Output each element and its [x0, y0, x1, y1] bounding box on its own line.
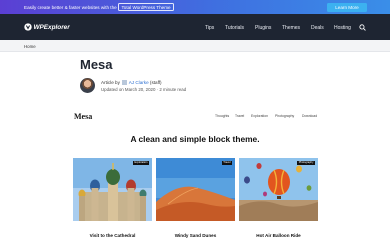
promo-bar: Easily create better & faster websites w…: [0, 0, 390, 14]
page-title: Mesa: [80, 57, 113, 72]
preview-nav-item: Exploration: [251, 114, 268, 118]
nav-themes[interactable]: Themes: [282, 25, 300, 31]
card-title: Visit to the Cathedral: [89, 233, 136, 238]
card-badge: Photography: [297, 160, 315, 166]
nav-hosting[interactable]: Hosting: [334, 25, 351, 31]
nav-tips[interactable]: Tips: [205, 25, 214, 31]
nav-plugins[interactable]: Plugins: [255, 25, 271, 31]
preview-nav-item: Travel: [235, 114, 245, 118]
site-header: WPExplorer Tips Tutorials Plugins Themes…: [0, 14, 390, 40]
breadcrumb-home[interactable]: Home: [24, 44, 36, 49]
nav-deals[interactable]: Deals: [311, 25, 324, 31]
dunes-photo: [156, 158, 235, 221]
balloons-photo: [239, 158, 318, 221]
search-icon[interactable]: [359, 24, 366, 31]
card-title: Windy Sand Dunes: [174, 233, 217, 238]
preview-site-title: Mesa: [74, 112, 93, 121]
card-title: Hot Air Balloon Ride: [256, 233, 301, 238]
preview-tagline: A clean and simple block theme.: [130, 134, 260, 144]
card-image-dunes: Travel: [156, 158, 235, 221]
breadcrumb: Home: [0, 40, 390, 52]
learn-more-button[interactable]: Learn More: [327, 2, 367, 12]
preview-nav-item: Thoughts: [215, 114, 230, 118]
byline: Article by AJ Clarke (staff): [101, 80, 162, 85]
nav-tutorials[interactable]: Tutorials: [225, 25, 244, 31]
updated-date: Updated on March 20, 2020 · 2 minute rea…: [101, 86, 187, 92]
cathedral-photo: [73, 158, 152, 221]
author-link[interactable]: AJ Clarke: [129, 80, 149, 85]
author-avatar-icon: [122, 80, 127, 85]
avatar: [80, 78, 95, 93]
logo-mark-icon: [24, 22, 32, 31]
card-image-balloons: Photography: [239, 158, 318, 221]
card-badge: Travel: [221, 160, 232, 166]
card-badge: Exploration: [132, 160, 149, 166]
promo-text: Easily create better & faster websites w…: [24, 4, 117, 10]
promo-theme-link[interactable]: Total WordPress Theme: [118, 3, 175, 11]
preview-nav-item: Download: [302, 114, 318, 118]
card-image-cathedral: Exploration: [73, 158, 152, 221]
byline-prefix: Article by: [101, 80, 120, 85]
logo-text: WPExplorer: [33, 23, 70, 31]
preview-nav-item: Photography: [275, 114, 295, 118]
author-role: (staff): [149, 80, 162, 85]
